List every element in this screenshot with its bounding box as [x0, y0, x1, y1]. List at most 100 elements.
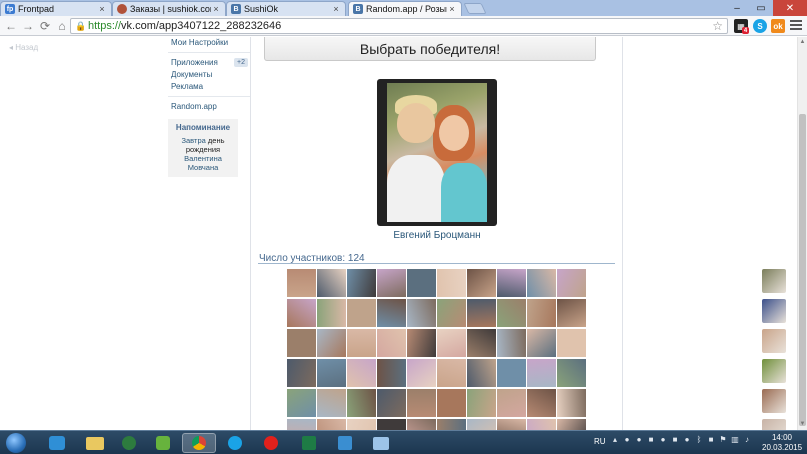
- participant-avatar[interactable]: [437, 299, 466, 327]
- keyboard-language[interactable]: RU: [594, 437, 606, 446]
- nav-documents[interactable]: Документы: [168, 69, 250, 81]
- close-icon[interactable]: ×: [447, 4, 457, 14]
- scroll-up-icon[interactable]: ▲: [798, 38, 807, 47]
- participant-avatar[interactable]: [437, 269, 466, 297]
- tray-icon[interactable]: ■: [706, 435, 716, 447]
- participant-avatar[interactable]: [467, 329, 496, 357]
- tray-icon[interactable]: ●: [682, 435, 692, 447]
- participant-avatar[interactable]: [557, 269, 586, 297]
- participant-avatar[interactable]: [347, 359, 376, 387]
- participant-avatar[interactable]: [407, 269, 436, 297]
- participant-avatar[interactable]: [317, 359, 346, 387]
- excel-icon[interactable]: [292, 433, 326, 453]
- participant-avatar[interactable]: [527, 329, 556, 357]
- app-icon[interactable]: [112, 433, 146, 453]
- scroll-thumb[interactable]: [799, 114, 806, 426]
- participant-avatar[interactable]: [467, 269, 496, 297]
- participant-avatar[interactable]: [287, 269, 316, 297]
- participant-avatar[interactable]: [497, 419, 526, 430]
- participant-avatar[interactable]: [377, 419, 406, 430]
- tab-frontpad[interactable]: fp Frontpad ×: [0, 1, 112, 16]
- page-scrollbar[interactable]: ▲ ▼: [797, 37, 807, 430]
- participant-avatar[interactable]: [347, 329, 376, 357]
- close-window-icon[interactable]: ✕: [773, 0, 807, 16]
- reminder-person-link[interactable]: Валентина Мовчана: [184, 154, 222, 172]
- participant-avatar[interactable]: [317, 389, 346, 417]
- participant-avatar[interactable]: [557, 299, 586, 327]
- participant-avatar[interactable]: [407, 419, 436, 430]
- friend-avatar[interactable]: [762, 389, 786, 413]
- participant-avatar[interactable]: [527, 419, 556, 430]
- winner-photo[interactable]: [387, 83, 487, 222]
- participant-avatar[interactable]: [437, 419, 466, 430]
- friend-avatar[interactable]: [762, 329, 786, 353]
- remote-desktop-icon[interactable]: [364, 433, 398, 453]
- home-icon[interactable]: ⌂: [54, 18, 70, 34]
- friend-avatar[interactable]: [762, 269, 786, 293]
- participant-avatar[interactable]: [407, 389, 436, 417]
- back-link[interactable]: ◂ Назад: [9, 43, 38, 52]
- nav-settings[interactable]: Мои Настройки: [168, 37, 250, 49]
- address-bar[interactable]: 🔒 https:// vk.com/app3407122_288232646 ☆: [70, 18, 728, 34]
- participant-avatar[interactable]: [497, 359, 526, 387]
- chrome-icon[interactable]: [182, 433, 216, 453]
- flag-icon[interactable]: ⚑: [718, 435, 728, 447]
- network-icon[interactable]: ▥: [730, 435, 740, 447]
- participant-avatar[interactable]: [347, 389, 376, 417]
- file-explorer-icon[interactable]: [78, 433, 112, 453]
- friend-avatar[interactable]: [762, 419, 786, 430]
- chart-app-icon[interactable]: [328, 433, 362, 453]
- participant-avatar[interactable]: [557, 329, 586, 357]
- participant-avatar[interactable]: [467, 359, 496, 387]
- participant-avatar[interactable]: [467, 419, 496, 430]
- participant-avatar[interactable]: [557, 389, 586, 417]
- start-button[interactable]: [2, 431, 30, 454]
- back-arrow-icon[interactable]: ←: [3, 18, 19, 34]
- minimize-icon[interactable]: –: [725, 0, 749, 16]
- participant-avatar[interactable]: [407, 359, 436, 387]
- media-player-icon[interactable]: [40, 433, 74, 453]
- tray-icon[interactable]: ●: [622, 435, 632, 447]
- skype-icon[interactable]: [218, 433, 252, 453]
- participant-avatar[interactable]: [287, 419, 316, 430]
- participant-avatar[interactable]: [437, 359, 466, 387]
- participant-avatar[interactable]: [527, 389, 556, 417]
- tray-icon[interactable]: ●: [658, 435, 668, 447]
- app-icon[interactable]: [146, 433, 180, 453]
- participant-avatar[interactable]: [287, 299, 316, 327]
- participant-avatar[interactable]: [497, 389, 526, 417]
- nav-ads[interactable]: Реклама: [168, 81, 250, 93]
- bluetooth-icon[interactable]: ᛒ: [694, 435, 704, 447]
- participant-avatar[interactable]: [347, 299, 376, 327]
- close-icon[interactable]: ×: [331, 4, 341, 14]
- reload-icon[interactable]: ⟳: [37, 18, 53, 34]
- tray-icon[interactable]: ■: [670, 435, 680, 447]
- pick-winner-button[interactable]: Выбрать победителя!: [264, 37, 596, 61]
- nav-random-app[interactable]: Random.app: [168, 101, 250, 113]
- tab-random-app[interactable]: B Random.app / Розыгрыш ×: [348, 1, 462, 16]
- participant-avatar[interactable]: [317, 299, 346, 327]
- tray-icon[interactable]: ■: [646, 435, 656, 447]
- winner-name-link[interactable]: Евгений Броцманн: [377, 230, 497, 241]
- tab-sushiok[interactable]: B SushiOk ×: [226, 1, 346, 16]
- participant-avatar[interactable]: [377, 269, 406, 297]
- scroll-down-icon[interactable]: ▼: [798, 420, 807, 429]
- participant-avatar[interactable]: [287, 359, 316, 387]
- new-tab-button[interactable]: [463, 3, 487, 14]
- apps-count-badge[interactable]: +2: [234, 58, 248, 67]
- close-icon[interactable]: ×: [97, 4, 107, 14]
- participant-avatar[interactable]: [527, 269, 556, 297]
- participant-avatar[interactable]: [467, 299, 496, 327]
- friend-avatar[interactable]: [762, 359, 786, 383]
- friend-avatar[interactable]: [762, 299, 786, 323]
- participant-avatar[interactable]: [287, 389, 316, 417]
- participant-avatar[interactable]: [437, 389, 466, 417]
- tab-orders[interactable]: Заказы | sushiok.com ×: [112, 1, 226, 16]
- tray-icon[interactable]: ▴: [610, 435, 620, 447]
- participant-avatar[interactable]: [407, 299, 436, 327]
- forward-arrow-icon[interactable]: →: [20, 18, 36, 34]
- participant-avatar[interactable]: [437, 329, 466, 357]
- participant-avatar[interactable]: [407, 329, 436, 357]
- skype-extension-icon[interactable]: S: [753, 19, 767, 33]
- volume-icon[interactable]: ♪: [742, 435, 752, 447]
